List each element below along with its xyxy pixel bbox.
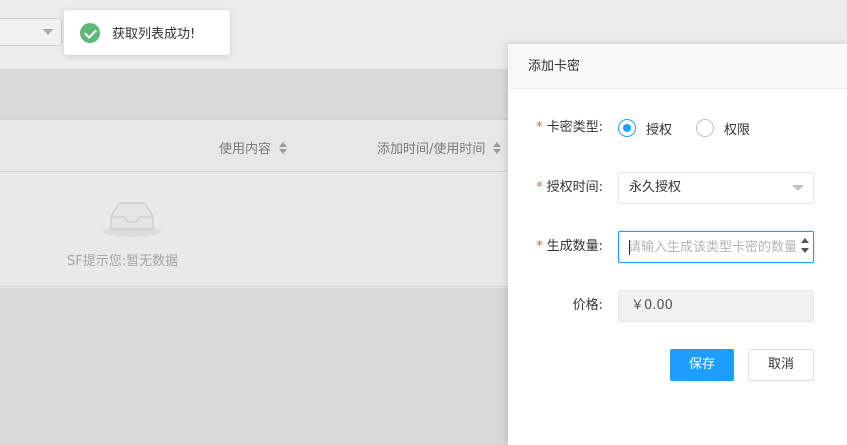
required-mark: * [536, 120, 543, 135]
quantity-label: * 生成数量: [536, 231, 603, 263]
column-header-label: 使用内容 [219, 142, 272, 157]
empty-inbox-icon [103, 202, 161, 237]
required-mark: * [536, 239, 543, 254]
radio-option-label[interactable]: 权限 [724, 119, 750, 138]
quantity-input-wrapper [618, 231, 814, 263]
column-header-time[interactable]: 添加时间/使用时间 [377, 138, 502, 157]
quantity-label-text: 生成数量: [546, 239, 603, 254]
quantity-row: * 生成数量: [508, 231, 847, 263]
radio-option-auth[interactable]: 授权 [618, 119, 672, 138]
auth-time-label-text: 授权时间: [546, 180, 603, 195]
auth-time-row: * 授权时间: 永久授权 [508, 172, 847, 204]
card-type-label-text: 卡密类型: [546, 120, 603, 135]
auth-time-label: * 授权时间: [536, 172, 603, 204]
dialog-title: 添加卡密 [508, 44, 847, 89]
quantity-stepper[interactable] [800, 238, 810, 256]
required-mark: * [536, 180, 543, 195]
card-type-row: * 卡密类型: 授权 权限 [508, 112, 847, 144]
radio-option-label[interactable]: 授权 [646, 119, 672, 138]
text-cursor [629, 240, 630, 255]
column-header-label: 添加时间/使用时间 [377, 142, 486, 157]
radio-checked-icon[interactable] [618, 119, 636, 137]
toast-message: 获取列表成功! [112, 27, 196, 42]
filter-select[interactable] [0, 18, 62, 46]
column-header-content[interactable]: 使用内容 [219, 138, 288, 157]
cancel-button[interactable]: 取消 [748, 349, 814, 381]
card-type-radio-group: 授权 权限 [618, 112, 814, 144]
save-button[interactable]: 保存 [670, 349, 734, 381]
quantity-input[interactable] [619, 232, 797, 262]
sort-icon[interactable] [493, 142, 502, 154]
empty-state-text: SF提示您:暂无数据 [67, 254, 179, 269]
radio-unchecked-icon[interactable] [696, 119, 715, 137]
auth-time-selected-value: 永久授权 [629, 180, 682, 195]
success-toast: 获取列表成功! [64, 10, 230, 55]
price-row: 价格: ￥0.00 [508, 290, 847, 322]
sort-icon[interactable] [279, 142, 288, 154]
radio-option-permission[interactable]: 权限 [696, 119, 750, 138]
add-card-dialog: 添加卡密 *卡密类型: 授权 权限 *授权时间: 永久授权 *生成数量: [508, 44, 847, 445]
card-type-label: * 卡密类型: [536, 112, 603, 144]
price-field: ￥0.00 [618, 290, 814, 322]
stepper-down-icon[interactable] [801, 248, 809, 253]
price-label: 价格: [572, 298, 603, 313]
stepper-up-icon[interactable] [801, 238, 809, 243]
check-circle-icon [80, 22, 100, 43]
chevron-down-icon [43, 29, 53, 35]
auth-time-select[interactable]: 永久授权 [618, 172, 814, 204]
chevron-down-icon[interactable] [792, 185, 804, 191]
